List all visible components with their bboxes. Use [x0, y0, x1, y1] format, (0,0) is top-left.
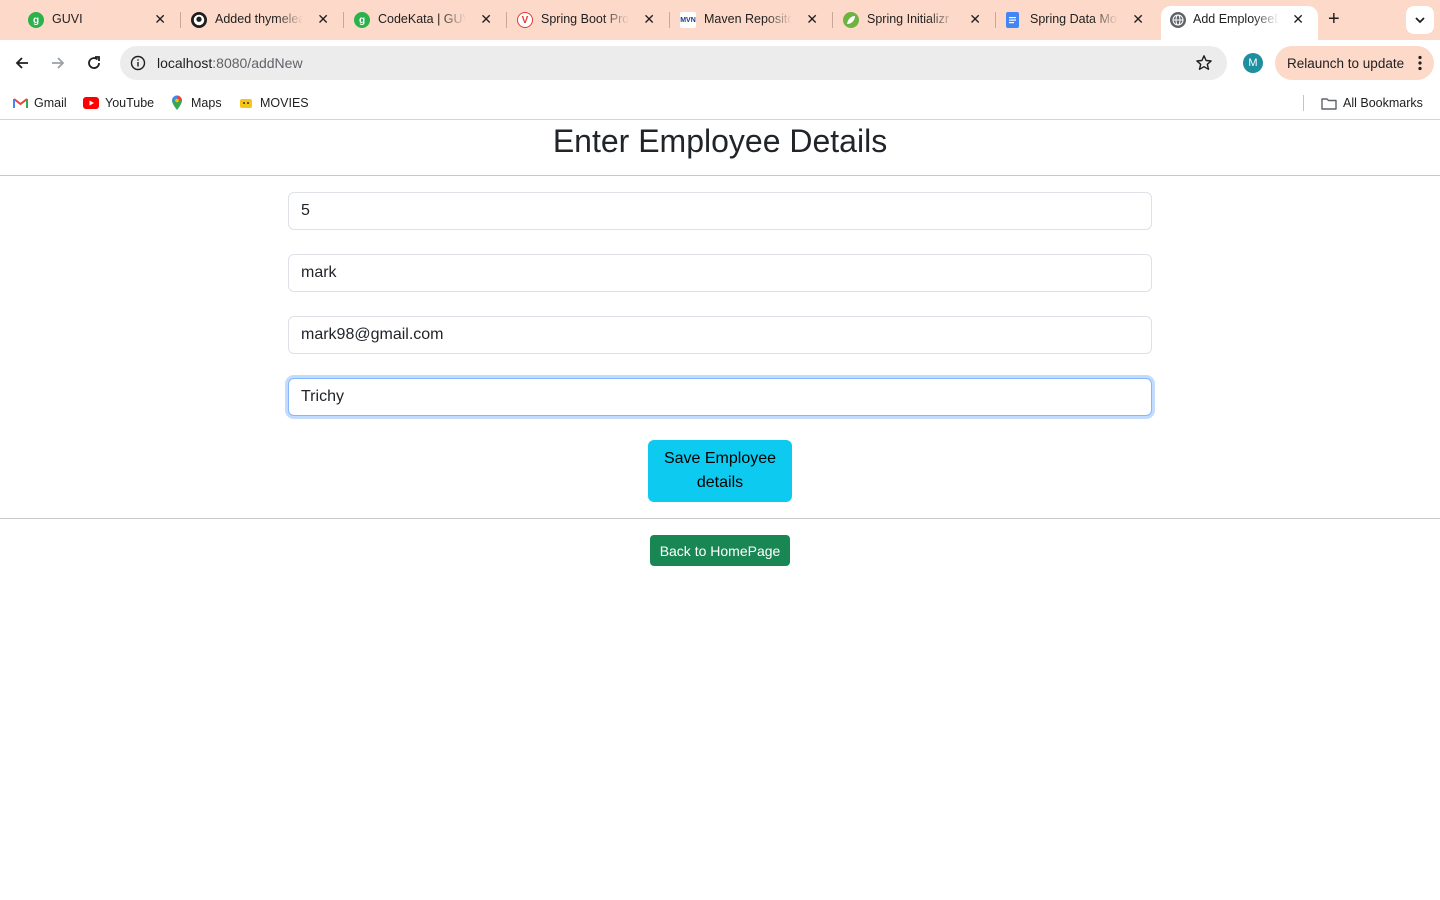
- url-path: :8080/addNew: [212, 55, 303, 71]
- pinterest-like-icon: V: [517, 12, 533, 28]
- tab-spring-initializr[interactable]: Spring Initializr ✕: [815, 6, 995, 34]
- reload-icon: [88, 56, 100, 69]
- tab-title: Maven Repository: [704, 12, 792, 26]
- docs-icon: [1006, 12, 1019, 28]
- folder-emoji-icon: [238, 95, 254, 111]
- tab-spring-boot-project[interactable]: V Spring Boot Project ✕: [489, 6, 669, 34]
- arrow-right-icon: [52, 57, 65, 69]
- employee-id-field[interactable]: [288, 192, 1152, 230]
- relaunch-label: Relaunch to update: [1287, 55, 1405, 71]
- bookmarks-bar: Gmail YouTube Maps MOVIES All Bookmarks: [0, 86, 1440, 120]
- employee-email-field[interactable]: [288, 316, 1152, 354]
- close-icon[interactable]: ✕: [1292, 11, 1304, 27]
- divider: [0, 175, 1440, 176]
- guvi-icon: g: [354, 12, 370, 28]
- bookmark-label: Maps: [191, 96, 222, 110]
- maps-icon: [169, 95, 185, 111]
- bookmark-maps[interactable]: Maps: [169, 95, 222, 111]
- url-host: localhost: [157, 55, 213, 71]
- all-bookmarks-label: All Bookmarks: [1343, 96, 1423, 110]
- bookmark-label: MOVIES: [260, 96, 309, 110]
- bookmark-movies[interactable]: MOVIES: [238, 95, 309, 111]
- page-title: Enter Employee Details: [552, 123, 888, 159]
- spring-icon: [843, 12, 859, 28]
- tab-strip: g GUVI ✕ Added thymeleaf ✕ g CodeKata | …: [0, 0, 1440, 40]
- guvi-icon: g: [28, 12, 44, 28]
- tab-maven-repository[interactable]: MVN Maven Repository ✕: [652, 6, 832, 34]
- employee-name-field[interactable]: [288, 254, 1152, 292]
- back-button[interactable]: [10, 51, 34, 75]
- folder-icon: [1321, 95, 1337, 111]
- bookmarks-separator: [1303, 95, 1304, 111]
- mvn-icon: MVN: [680, 12, 696, 28]
- site-info-icon[interactable]: [130, 55, 146, 71]
- tab-title: Spring Data MongoDB: [1030, 12, 1118, 26]
- employee-location-field[interactable]: [288, 378, 1152, 416]
- tab-github[interactable]: Added thymeleaf ✕: [163, 6, 343, 34]
- gmail-icon: [12, 95, 28, 111]
- bookmark-label: Gmail: [34, 96, 67, 110]
- save-employee-button[interactable]: Save Employee details: [648, 440, 792, 502]
- tab-guvi[interactable]: g GUVI ✕: [0, 6, 180, 34]
- globe-icon: [1170, 12, 1186, 28]
- tab-title: GUVI: [52, 12, 83, 26]
- tab-spring-data-mongodb[interactable]: Spring Data MongoDB ✕: [978, 6, 1158, 34]
- divider: [0, 518, 1440, 519]
- tab-codekata[interactable]: g CodeKata | GUVI ✕: [326, 6, 506, 34]
- all-bookmarks[interactable]: All Bookmarks: [1321, 95, 1423, 111]
- tab-title: CodeKata | GUVI: [378, 12, 466, 26]
- tab-title: Added thymeleaf: [215, 12, 303, 26]
- relaunch-button[interactable]: Relaunch to update: [1275, 46, 1434, 80]
- page-content: Enter Employee Details Save Employee det…: [0, 121, 1440, 900]
- bookmark-label: YouTube: [105, 96, 155, 110]
- close-icon[interactable]: ✕: [1132, 11, 1144, 27]
- arrow-left-icon: [15, 57, 28, 69]
- chevron-down-icon: [1415, 17, 1425, 24]
- more-vert-icon: [1418, 55, 1422, 71]
- bookmark-gmail[interactable]: Gmail: [12, 95, 67, 111]
- tab-add-employee-details[interactable]: Add EmployeeDetails ✕: [1161, 6, 1318, 40]
- profile-avatar[interactable]: M: [1243, 53, 1263, 73]
- url-text[interactable]: localhost:8080/addNew: [157, 55, 303, 71]
- browser-toolbar: localhost:8080/addNew M Relaunch to upda…: [0, 40, 1440, 86]
- tab-search-button[interactable]: [1406, 6, 1434, 34]
- github-icon: [191, 12, 207, 28]
- new-tab-button[interactable]: +: [1328, 9, 1340, 29]
- tab-title: Spring Boot Project: [541, 12, 629, 26]
- tab-title: Spring Initializr: [867, 12, 949, 26]
- address-bar[interactable]: localhost:8080/addNew: [120, 46, 1227, 80]
- bookmark-youtube[interactable]: YouTube: [83, 95, 154, 111]
- youtube-icon: [83, 95, 99, 111]
- bookmark-star-icon[interactable]: [1195, 54, 1213, 72]
- forward-button[interactable]: [46, 51, 70, 75]
- back-to-homepage-button[interactable]: Back to HomePage: [650, 535, 790, 566]
- reload-button[interactable]: [82, 51, 106, 75]
- tab-title: Add EmployeeDetails: [1193, 12, 1279, 26]
